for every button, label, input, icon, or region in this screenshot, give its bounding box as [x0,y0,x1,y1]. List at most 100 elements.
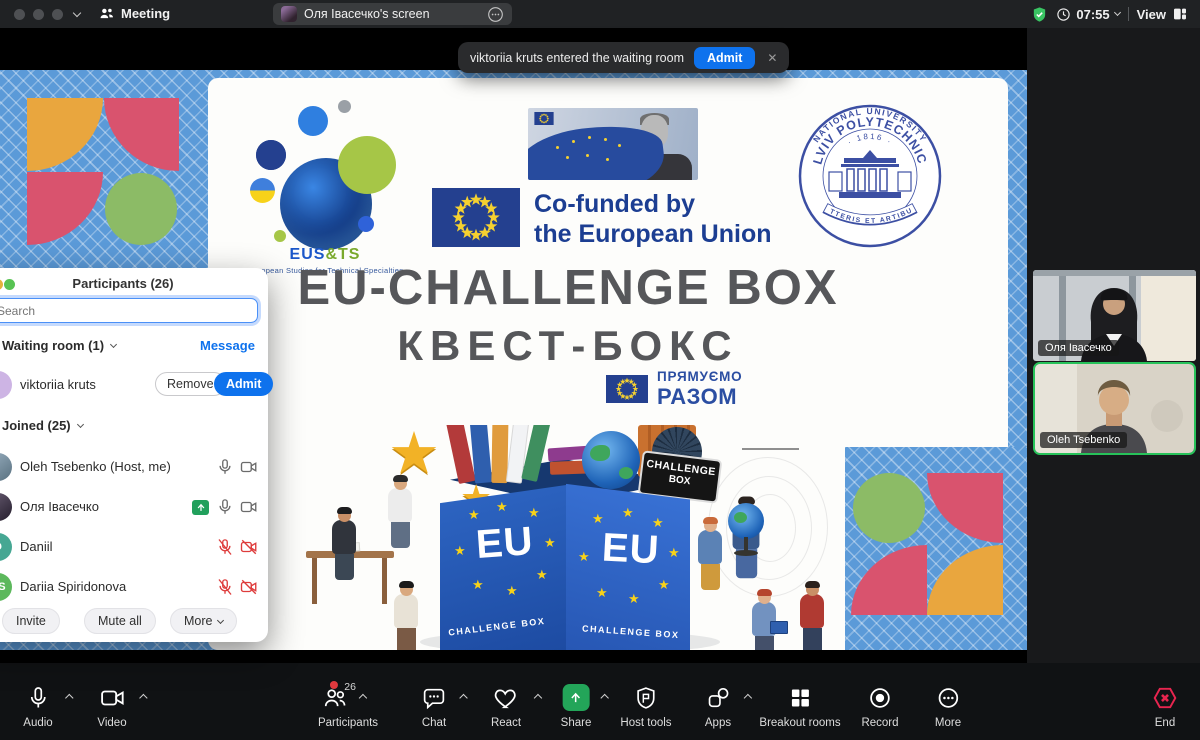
logo-dot-blue [358,216,374,232]
sharer-avatar [281,6,297,22]
deco-shape-green-circle [105,173,177,245]
person-figure [332,509,356,580]
video-button[interactable]: Video [97,683,126,729]
mic-off-icon[interactable] [216,538,234,556]
security-shield-icon[interactable] [1031,6,1048,23]
camera-icon[interactable] [240,498,258,516]
participant-name: Dariia Spiridonova [20,579,126,594]
video-tile-oleh-active-speaker[interactable]: Oleh Tsebenko [1033,362,1196,455]
joined-header[interactable]: Joined (25) [2,418,83,433]
mic-icon[interactable] [216,458,234,476]
notification-admit-button[interactable]: Admit [694,47,755,69]
participant-row[interactable]: DS Dariia Spiridonova [0,572,268,604]
waiting-admit-button[interactable]: Admit [214,372,273,396]
deco-cluster-right [845,447,1027,650]
mute-all-button[interactable]: Mute all [84,608,156,634]
pryamuemo-razom-logo: ПРЯМУЄМО РАЗОМ [606,370,742,408]
person-figure [800,583,824,650]
more-button-panel[interactable]: More [170,608,237,634]
notification-close-icon[interactable]: ✕ [765,51,779,65]
eu-box-label-left: EU [475,519,536,568]
meeting-toolbar: Audio Video 26 Participants Chat Re [0,663,1200,740]
chat-button[interactable]: Chat [422,683,447,729]
message-link[interactable]: Message [200,338,255,353]
window-close-button[interactable] [14,9,25,20]
view-button[interactable]: View [1137,6,1188,22]
lviv-polytechnic-seal: NATIONAL UNIVERSITY LVIV POLYTECHNIC · 1… [795,98,945,252]
chat-options-chevron[interactable] [459,694,467,702]
book [770,621,788,634]
meeting-timer[interactable]: 07:55 [1056,7,1119,22]
eu-box-label-right: EU [601,526,661,574]
clock-icon [1056,7,1071,22]
logo-circle-gray [338,100,351,113]
participants-panel: Participants (26) Waiting room (1) Messa… [0,268,268,642]
shared-screen-pill[interactable]: Оля Івасечко's screen [273,3,512,25]
breakout-rooms-button[interactable]: Breakout rooms [759,683,840,729]
audio-options-chevron[interactable] [65,694,73,702]
participants-panel-title: Participants (26) [0,276,268,291]
end-meeting-button[interactable]: End [1152,683,1178,729]
shared-screen-title: Оля Івасечко's screen [304,7,480,21]
eu-flag-stars [556,146,559,149]
meeting-menu[interactable]: Meeting [98,5,170,22]
more-button[interactable]: More [935,683,961,729]
participant-name: Daniil [20,539,53,554]
view-layout-icon [1172,6,1188,22]
notification-message: viktoriia kruts entered the waiting room [470,51,684,65]
view-label: View [1137,7,1166,22]
react-options-chevron[interactable] [534,694,542,702]
participants-search-input[interactable] [0,298,258,323]
avatar [0,371,12,399]
waiting-room-header[interactable]: Waiting room (1) [2,338,116,353]
share-options-chevron[interactable] [600,694,608,702]
avatar [0,493,12,521]
invite-button[interactable]: Invite [2,608,60,634]
apps-button[interactable]: Apps [705,683,731,729]
logo-circle-green [338,136,396,194]
video-options-chevron[interactable] [139,694,147,702]
participant-name: Oleh Tsebenko (Host, me) [20,459,171,474]
share-button[interactable]: Share [561,683,592,729]
eu-flag-icon [432,188,520,247]
eu-banner-image [528,108,698,180]
participants-count: 26 [344,681,356,693]
window-minimize-button[interactable] [33,9,44,20]
person-figure [388,477,412,548]
audio-button[interactable]: Audio [23,683,52,729]
participant-row[interactable]: D Daniil [0,532,268,564]
chevron-down-icon[interactable] [73,9,81,17]
globe-icon [582,431,640,489]
mic-off-icon[interactable] [216,578,234,596]
participants-button[interactable]: 26 Participants [318,683,378,729]
avatar: DS [0,573,12,601]
waiting-row: viktoriia kruts Remove Admit [0,370,268,402]
apps-options-chevron[interactable] [744,694,752,702]
eu-flag-chip [532,112,556,125]
react-button[interactable]: React [491,683,521,729]
participant-row[interactable]: Оля Івасечко [0,492,268,524]
divider [1128,7,1129,21]
logo-circle-eu [256,140,286,170]
screen-sharing-icon [192,500,209,515]
participant-row[interactable]: Oleh Tsebenko (Host, me) [0,452,268,484]
ellipsis-icon[interactable] [487,6,504,23]
record-button[interactable]: Record [861,683,898,729]
mic-icon[interactable] [216,498,234,516]
participant-name: Оля Івасечко [20,499,99,514]
camera-off-icon[interactable] [240,538,258,556]
person-figure [394,583,418,650]
logo-dot-green [274,230,286,242]
participants-options-chevron[interactable] [359,694,367,702]
avatar: D [0,533,12,561]
logo-circle-small-blue [298,106,328,136]
avatar [0,453,12,481]
meeting-time: 07:55 [1076,7,1109,22]
window-zoom-button[interactable] [52,9,63,20]
camera-off-icon[interactable] [240,578,258,596]
video-tile-olia[interactable]: Оля Івасечко [1033,270,1196,361]
camera-icon[interactable] [240,458,258,476]
logo-circle-ukraine [250,178,275,203]
host-tools-button[interactable]: Host tools [620,683,671,729]
eu-flag-icon [606,375,648,403]
